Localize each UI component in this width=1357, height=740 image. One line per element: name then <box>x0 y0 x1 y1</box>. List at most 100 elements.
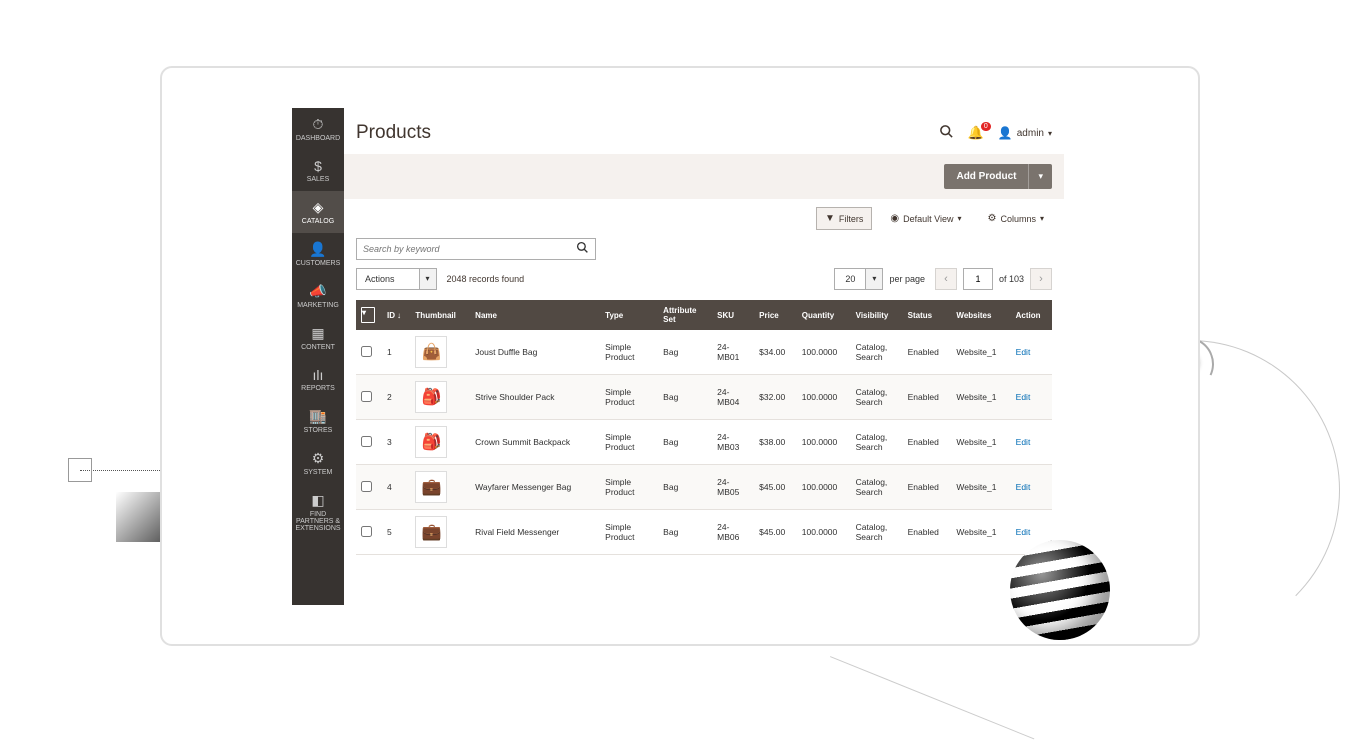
sidebar-label: MARKETING <box>297 302 339 309</box>
cell-id: 4 <box>382 465 410 510</box>
user-icon: 👤 <box>998 126 1013 140</box>
notifications-icon[interactable]: 🔔0 <box>968 125 984 141</box>
sort-icon: ↓ <box>397 311 401 320</box>
cell-websites: Website_1 <box>951 330 1010 375</box>
sidebar-item-customers[interactable]: 👤CUSTOMERS <box>292 233 344 275</box>
sidebar-item-system[interactable]: ⚙SYSTEM <box>292 442 344 484</box>
cell-id: 2 <box>382 375 410 420</box>
edit-link[interactable]: Edit <box>1016 347 1031 357</box>
add-product-dropdown[interactable]: ▾ <box>1028 164 1052 189</box>
products-table: ▾ ID↓ Thumbnail Name Type Attribute Set … <box>356 300 1052 555</box>
cell-visibility: Catalog, Search <box>851 375 903 420</box>
th-attribute-set[interactable]: Attribute Set <box>658 300 712 330</box>
sidebar-item-stores[interactable]: 🏬STORES <box>292 400 344 442</box>
th-price[interactable]: Price <box>754 300 797 330</box>
gear-icon: ⚙ <box>988 213 997 224</box>
select-all-checkbox[interactable]: ▾ <box>361 307 375 323</box>
table-row[interactable]: 3🎒Crown Summit BackpackSimple ProductBag… <box>356 420 1052 465</box>
th-visibility[interactable]: Visibility <box>851 300 903 330</box>
row-checkbox[interactable] <box>361 526 372 537</box>
cell-name: Rival Field Messenger <box>470 510 600 555</box>
add-product-bar: Add Product ▾ <box>344 154 1064 199</box>
sidebar-item-dashboard[interactable]: ⏱DASHBOARD <box>292 108 344 150</box>
admin-sidebar: ⏱DASHBOARD$SALES◈CATALOG👤CUSTOMERS📣MARKE… <box>292 108 344 605</box>
th-thumbnail[interactable]: Thumbnail <box>410 300 470 330</box>
sidebar-icon: ▦ <box>294 325 342 342</box>
sidebar-label: DASHBOARD <box>296 135 340 142</box>
search-submit-icon[interactable] <box>570 241 595 257</box>
th-action[interactable]: Action <box>1011 300 1052 330</box>
table-row[interactable]: 2🎒Strive Shoulder PackSimple ProductBag2… <box>356 375 1052 420</box>
main-panel: Products 🔔0 👤 admin ▾ Add Product ▾ <box>344 108 1064 605</box>
row-checkbox[interactable] <box>361 346 372 357</box>
funnel-icon: ▼ <box>825 213 835 224</box>
product-thumbnail: 🎒 <box>415 381 447 413</box>
user-menu[interactable]: 👤 admin ▾ <box>998 126 1052 140</box>
row-checkbox[interactable] <box>361 481 372 492</box>
th-quantity[interactable]: Quantity <box>797 300 851 330</box>
sidebar-icon: ◧ <box>294 492 342 509</box>
filters-button[interactable]: ▼ Filters <box>816 207 872 230</box>
add-product-button[interactable]: Add Product <box>944 164 1028 189</box>
cell-status: Enabled <box>903 510 952 555</box>
cell-sku: 24-MB03 <box>712 420 754 465</box>
cell-visibility: Catalog, Search <box>851 510 903 555</box>
next-page-button[interactable]: › <box>1030 268 1052 290</box>
per-page-select[interactable]: 20 ▾ <box>834 268 883 290</box>
sidebar-item-find-partners-extensions[interactable]: ◧FIND PARTNERS & EXTENSIONS <box>292 484 344 540</box>
th-sku[interactable]: SKU <box>712 300 754 330</box>
decorative-square-outline <box>68 458 92 482</box>
sidebar-icon: $ <box>294 158 342 174</box>
edit-link[interactable]: Edit <box>1016 437 1031 447</box>
th-websites[interactable]: Websites <box>951 300 1010 330</box>
row-checkbox[interactable] <box>361 436 372 447</box>
th-status[interactable]: Status <box>903 300 952 330</box>
edit-link[interactable]: Edit <box>1016 482 1031 492</box>
edit-link[interactable]: Edit <box>1016 392 1031 402</box>
caret-down-icon: ▾ <box>865 269 882 289</box>
sidebar-item-reports[interactable]: ılıREPORTS <box>292 359 344 400</box>
th-select-all[interactable]: ▾ <box>356 300 382 330</box>
bulk-actions-select[interactable]: Actions ▾ <box>356 268 437 290</box>
table-row[interactable]: 1👜Joust Duffle BagSimple ProductBag24-MB… <box>356 330 1052 375</box>
per-page-label: per page <box>889 274 925 284</box>
cell-quantity: 100.0000 <box>797 510 851 555</box>
columns-button[interactable]: ⚙ Columns ▾ <box>980 208 1053 229</box>
filters-label: Filters <box>839 214 864 224</box>
search-icon[interactable] <box>939 124 954 142</box>
cell-id: 1 <box>382 330 410 375</box>
default-view-label: Default View <box>903 214 953 224</box>
cell-price: $34.00 <box>754 330 797 375</box>
search-input[interactable] <box>357 239 570 259</box>
product-thumbnail: 💼 <box>415 471 447 503</box>
prev-page-button[interactable]: ‹ <box>935 268 957 290</box>
sidebar-item-catalog[interactable]: ◈CATALOG <box>292 191 344 233</box>
th-id[interactable]: ID↓ <box>382 300 410 330</box>
cell-attribute-set: Bag <box>658 465 712 510</box>
cell-quantity: 100.0000 <box>797 375 851 420</box>
cell-websites: Website_1 <box>951 375 1010 420</box>
th-name[interactable]: Name <box>470 300 600 330</box>
cell-visibility: Catalog, Search <box>851 330 903 375</box>
cell-status: Enabled <box>903 420 952 465</box>
th-type[interactable]: Type <box>600 300 658 330</box>
keyword-search <box>356 238 596 260</box>
cell-id: 3 <box>382 420 410 465</box>
columns-label: Columns <box>1000 214 1036 224</box>
row-checkbox[interactable] <box>361 391 372 402</box>
sidebar-item-sales[interactable]: $SALES <box>292 150 344 191</box>
edit-link[interactable]: Edit <box>1016 527 1031 537</box>
table-row[interactable]: 5💼Rival Field MessengerSimple ProductBag… <box>356 510 1052 555</box>
cell-status: Enabled <box>903 330 952 375</box>
page-input[interactable] <box>963 268 993 290</box>
sidebar-item-marketing[interactable]: 📣MARKETING <box>292 275 344 317</box>
cell-attribute-set: Bag <box>658 375 712 420</box>
table-row[interactable]: 4💼Wayfarer Messenger BagSimple ProductBa… <box>356 465 1052 510</box>
default-view-button[interactable]: ◉ Default View ▾ <box>882 208 969 229</box>
cell-attribute-set: Bag <box>658 330 712 375</box>
sidebar-item-content[interactable]: ▦CONTENT <box>292 317 344 359</box>
grid-toolbar: ▼ Filters ◉ Default View ▾ ⚙ Columns ▾ <box>344 199 1064 238</box>
cell-name: Strive Shoulder Pack <box>470 375 600 420</box>
cell-type: Simple Product <box>600 375 658 420</box>
cell-price: $32.00 <box>754 375 797 420</box>
